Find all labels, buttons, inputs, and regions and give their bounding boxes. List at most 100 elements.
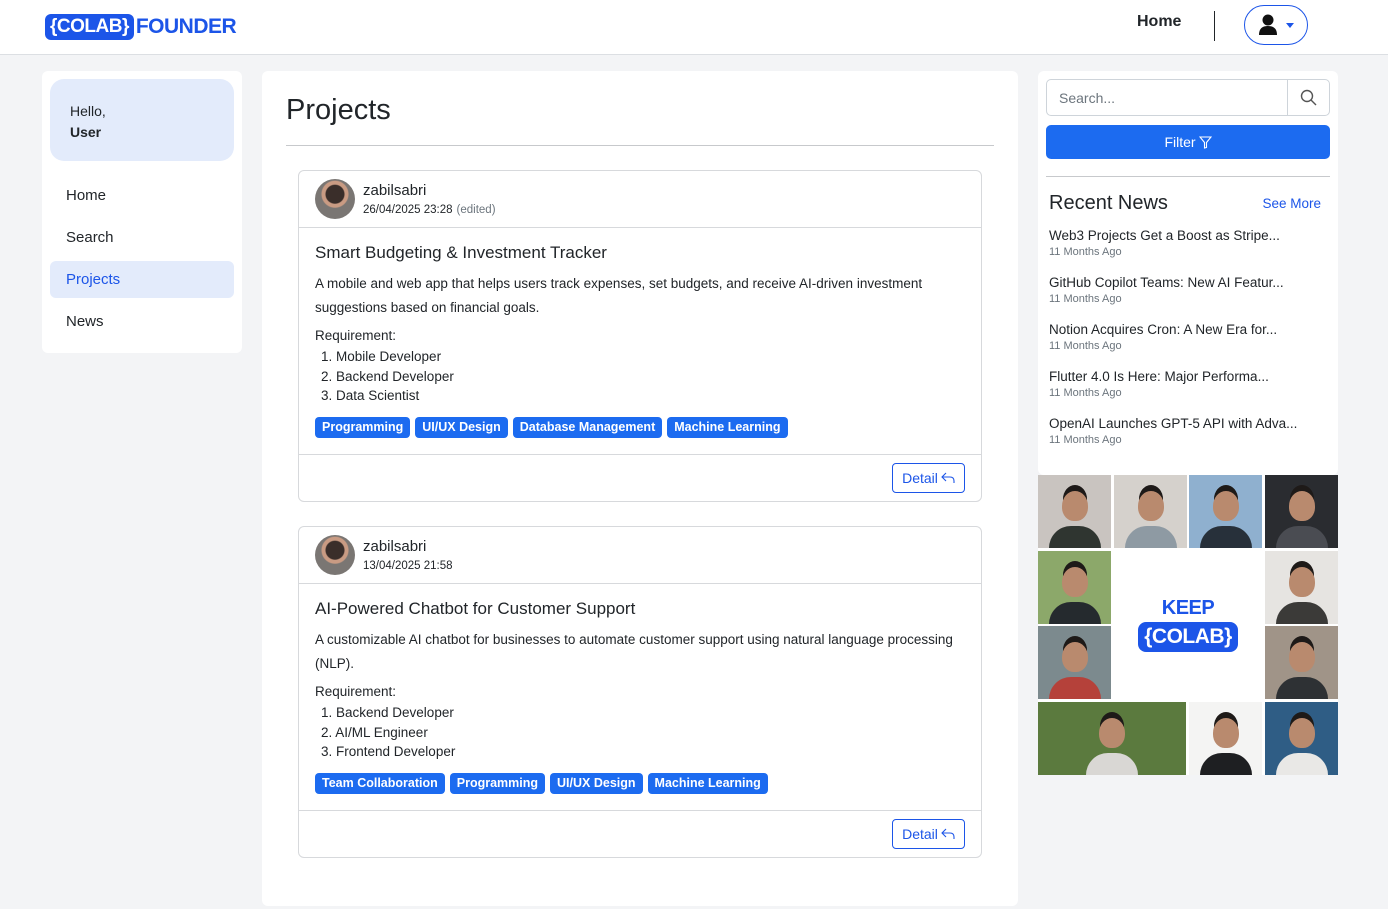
page-title: Projects <box>286 94 391 126</box>
tag-badge: UI/UX Design <box>550 773 643 794</box>
project-date: 13/04/2025 21:58 <box>363 560 453 572</box>
greeting-card: Hello, User <box>50 79 234 161</box>
requirement-item: 1. Backend Developer <box>321 705 454 720</box>
team-photo <box>1189 702 1262 775</box>
tag-badge: Programming <box>315 417 411 438</box>
team-photo <box>1265 551 1338 624</box>
search-bar <box>1046 79 1330 116</box>
filter-button[interactable]: Filter <box>1046 125 1330 159</box>
team-photo <box>1265 702 1338 775</box>
team-collage-image: KEEP {COLAB} <box>1038 475 1338 775</box>
project-card-header: zabilsabri 13/04/2025 21:58 <box>299 527 981 584</box>
tag-badge: Machine Learning <box>647 773 768 794</box>
team-photo <box>1038 475 1111 548</box>
reply-arrow-icon <box>941 472 955 483</box>
team-photo <box>1038 702 1186 775</box>
brand-logo-text: FOUNDER <box>135 15 237 38</box>
tag-badge: UI/UX Design <box>415 417 508 438</box>
requirement-item: 2. AI/ML Engineer <box>321 724 428 740</box>
requirement-list: 1. Mobile Developer 2. Backend Developer… <box>321 347 454 406</box>
project-tags: Programming UI/UX Design Database Manage… <box>315 417 788 438</box>
reply-arrow-icon <box>941 828 955 839</box>
project-tags: Team Collaboration Programming UI/UX Des… <box>315 773 768 794</box>
keep-word: KEEP <box>1161 596 1215 619</box>
team-photo <box>1038 626 1111 699</box>
user-icon <box>1259 14 1277 35</box>
detail-button[interactable]: Detail <box>892 463 965 493</box>
news-item[interactable]: Notion Acquires Cron: A New Era for... 1… <box>1049 322 1324 369</box>
sidebar-item-projects[interactable]: Projects <box>50 261 234 298</box>
news-time: 11 Months Ago <box>1049 340 1122 352</box>
search-icon <box>1300 89 1317 106</box>
brand-logo-box: {COLAB} <box>45 14 134 40</box>
title-divider <box>286 145 994 146</box>
project-date-value: 13/04/2025 21:58 <box>363 560 453 572</box>
news-time: 11 Months Ago <box>1049 434 1122 446</box>
project-date-value: 26/04/2025 23:28 <box>363 204 453 216</box>
news-time: 11 Months Ago <box>1049 387 1122 399</box>
greeting-text: Hello, <box>70 103 106 119</box>
top-nav-home-link[interactable]: Home <box>1137 13 1181 31</box>
news-time: 11 Months Ago <box>1049 293 1122 305</box>
tag-badge: Machine Learning <box>667 417 788 438</box>
news-list: Web3 Projects Get a Boost as Stripe... 1… <box>1049 228 1324 463</box>
filter-button-label: Filter <box>1164 134 1196 150</box>
news-item[interactable]: OpenAI Launches GPT-5 API with Adva... 1… <box>1049 416 1324 463</box>
news-item[interactable]: GitHub Copilot Teams: New AI Featur... 1… <box>1049 275 1324 322</box>
main-content: Projects zabilsabri 26/04/2025 23:28 (edi… <box>262 71 1018 906</box>
greeting-username: User <box>70 124 102 140</box>
chevron-down-icon <box>1286 22 1294 28</box>
news-time: 11 Months Ago <box>1049 246 1122 258</box>
detail-button[interactable]: Detail <box>892 819 965 849</box>
team-photo <box>1114 475 1187 548</box>
news-headline[interactable]: Notion Acquires Cron: A New Era for... <box>1049 322 1324 337</box>
requirement-item: 1. Mobile Developer <box>321 349 442 364</box>
sidebar-item-home[interactable]: Home <box>50 177 234 214</box>
left-sidebar: Hello, User Home Search Projects News <box>42 71 242 353</box>
see-more-link[interactable]: See More <box>1262 196 1321 211</box>
project-edited-label: (edited) <box>456 204 496 216</box>
user-menu-button[interactable] <box>1244 5 1308 45</box>
search-input[interactable] <box>1047 80 1287 115</box>
requirement-item: 2. Backend Developer <box>321 368 454 384</box>
detail-button-label: Detail <box>902 826 938 842</box>
avatar[interactable] <box>315 535 355 575</box>
project-description: A mobile and web app that helps users tr… <box>315 276 923 315</box>
keep-colab-badge: KEEP {COLAB} <box>1114 550 1262 698</box>
project-author[interactable]: zabilsabri <box>363 538 426 555</box>
recent-news-title: Recent News <box>1049 192 1168 214</box>
tag-badge: Database Management <box>512 417 663 438</box>
avatar[interactable] <box>315 179 355 219</box>
project-card-header: zabilsabri 26/04/2025 23:28 (edited) <box>299 171 981 228</box>
sidebar-item-search[interactable]: Search <box>50 219 234 256</box>
project-author[interactable]: zabilsabri <box>363 182 426 199</box>
news-headline[interactable]: OpenAI Launches GPT-5 API with Adva... <box>1049 416 1324 431</box>
project-title: AI-Powered Chatbot for Customer Support <box>315 599 636 618</box>
team-photo <box>1189 475 1262 548</box>
news-item[interactable]: Web3 Projects Get a Boost as Stripe... 1… <box>1049 228 1324 275</box>
team-photo <box>1038 551 1111 624</box>
team-photo <box>1265 475 1338 548</box>
requirement-label: Requirement: <box>315 328 397 343</box>
news-item[interactable]: Flutter 4.0 Is Here: Major Performa... 1… <box>1049 369 1324 416</box>
brand-logo[interactable]: {COLAB} FOUNDER <box>45 14 237 40</box>
news-headline[interactable]: Web3 Projects Get a Boost as Stripe... <box>1049 228 1324 243</box>
news-headline[interactable]: Flutter 4.0 Is Here: Major Performa... <box>1049 369 1324 384</box>
project-title: Smart Budgeting & Investment Tracker <box>315 243 607 262</box>
project-card-footer-divider <box>299 454 981 455</box>
funnel-icon <box>1198 135 1212 149</box>
requirement-item: 3. Frontend Developer <box>321 744 456 759</box>
tag-badge: Programming <box>449 773 546 794</box>
project-card: zabilsabri 13/04/2025 21:58 AI-Powered C… <box>298 526 982 858</box>
tag-badge: Team Collaboration <box>315 773 445 794</box>
detail-button-label: Detail <box>902 470 938 486</box>
project-card-footer-divider <box>299 810 981 811</box>
top-nav-divider <box>1214 11 1215 41</box>
rightbar-divider <box>1046 176 1330 177</box>
requirement-label: Requirement: <box>315 684 397 699</box>
project-date: 26/04/2025 23:28 (edited) <box>363 204 496 216</box>
sidebar-item-news[interactable]: News <box>50 303 234 340</box>
news-headline[interactable]: GitHub Copilot Teams: New AI Featur... <box>1049 275 1324 290</box>
project-description: A customizable AI chatbot for businesses… <box>315 632 953 671</box>
search-button[interactable] <box>1287 80 1329 115</box>
